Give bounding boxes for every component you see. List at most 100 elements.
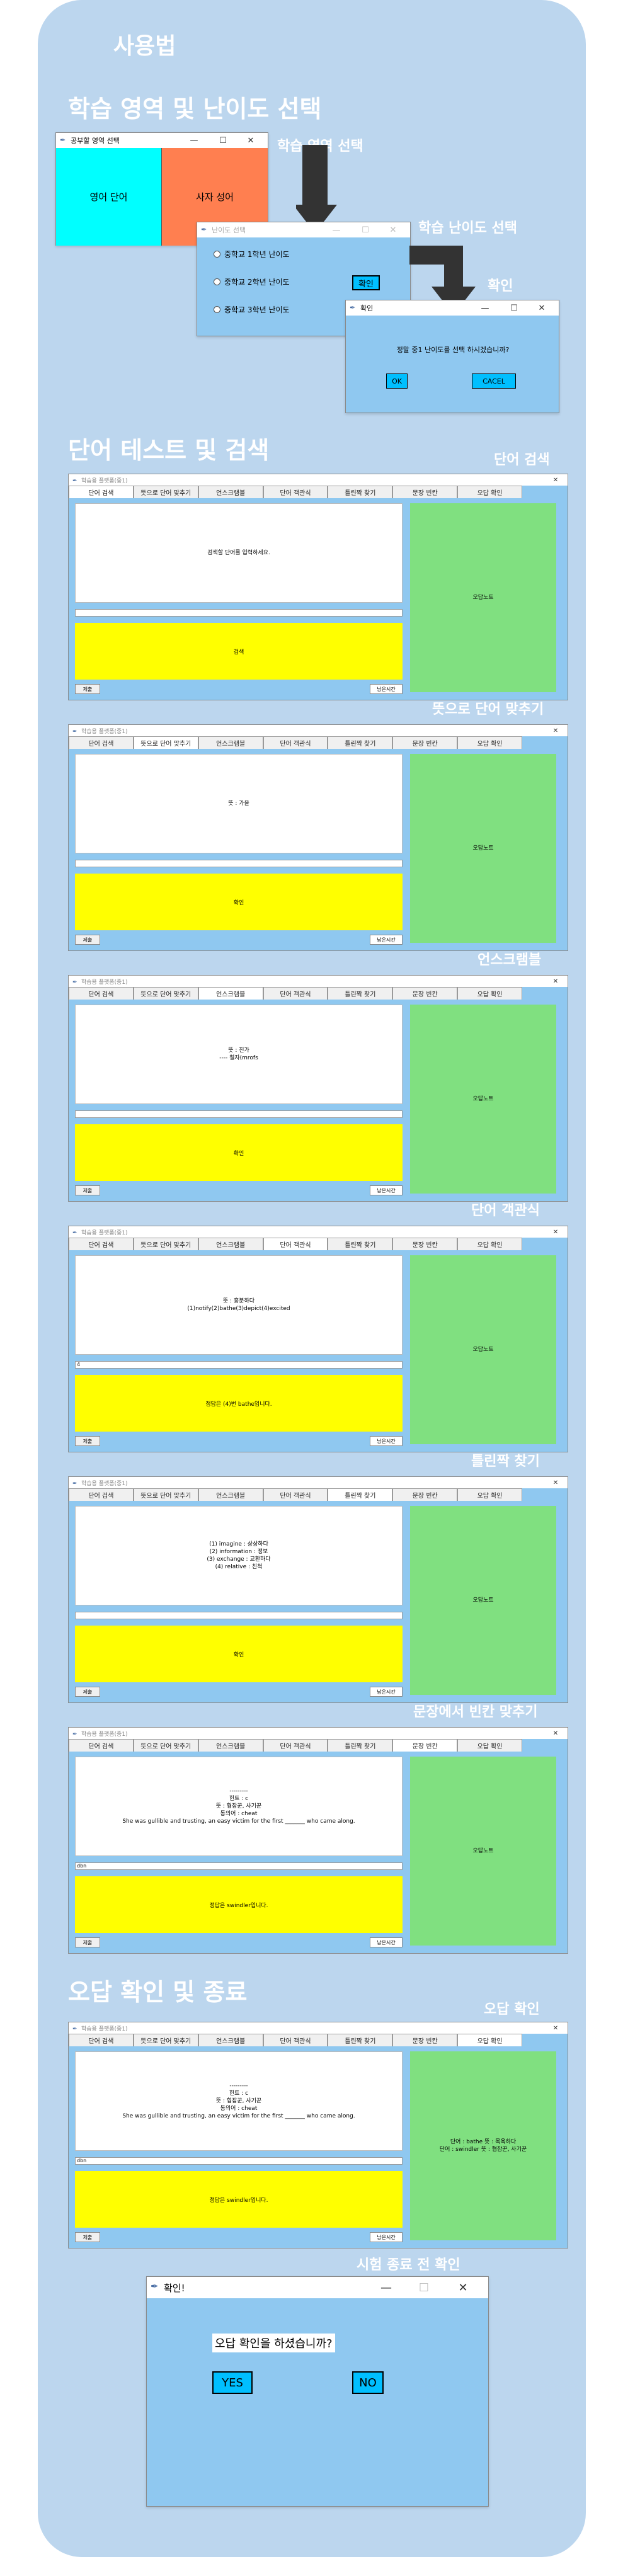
answer-input[interactable]: dbn	[75, 1862, 403, 1870]
close-button[interactable]: ✕	[382, 222, 404, 237]
answer-input[interactable]	[75, 860, 403, 867]
tab-2[interactable]: 언스크램블	[198, 736, 263, 749]
answer-input[interactable]: dbn	[75, 2157, 403, 2165]
tab-2[interactable]: 언스크램블	[198, 1488, 263, 1501]
tab-6[interactable]: 오답 확인	[457, 486, 523, 498]
submit-button[interactable]: 제출	[75, 1436, 100, 1446]
tab-2[interactable]: 언스크램블	[198, 1238, 263, 1250]
tab-5[interactable]: 문장 빈칸	[392, 1238, 458, 1250]
answer-input[interactable]	[75, 609, 403, 617]
tab-0[interactable]: 단어 검색	[69, 486, 134, 498]
level-option[interactable]: 중학교 2학년 난이도	[214, 276, 290, 287]
close-button[interactable]: ✕	[531, 300, 552, 316]
tab-2[interactable]: 언스크램블	[198, 2034, 263, 2046]
close-button[interactable]: ✕	[547, 976, 564, 987]
quiz-app-window: ✒ 학습용 플랫폼(중1) ✕ 단어 검색 뜻으로 단어 맞추기 언스크램블 단어 객…	[68, 724, 568, 951]
tab-6[interactable]: 오답 확인	[457, 2034, 523, 2046]
tab-1[interactable]: 뜻으로 단어 맞추기	[133, 987, 198, 1000]
submit-button[interactable]: 제출	[75, 935, 100, 945]
close-button[interactable]: ✕	[449, 2277, 477, 2298]
tab-0[interactable]: 단어 검색	[69, 987, 134, 1000]
level-option[interactable]: 중학교 1학년 난이도	[214, 249, 290, 259]
tab-1[interactable]: 뜻으로 단어 맞추기	[133, 1488, 198, 1501]
maximize-button[interactable]: ☐	[410, 2277, 438, 2298]
tab-2[interactable]: 언스크램블	[198, 1739, 263, 1752]
tab-4[interactable]: 틀린짝 찾기	[328, 486, 393, 498]
english-word-button[interactable]: 영어 단어	[56, 148, 162, 246]
tab-3[interactable]: 단어 객관식	[263, 1238, 328, 1250]
check-button[interactable]: 정답은 swindler입니다.	[75, 2171, 403, 2228]
check-button[interactable]: 확인	[75, 874, 403, 930]
minimize-button[interactable]: —	[183, 133, 205, 148]
minimize-button[interactable]: —	[372, 2277, 400, 2298]
tab-4[interactable]: 틀린짝 찾기	[328, 736, 393, 749]
close-button[interactable]: ✕	[547, 1226, 564, 1238]
cancel-button[interactable]: CACEL	[472, 373, 516, 389]
tab-6[interactable]: 오답 확인	[457, 1238, 523, 1250]
minimize-button[interactable]: —	[326, 222, 347, 237]
tab-6[interactable]: 오답 확인	[457, 1488, 523, 1501]
maximize-button[interactable]: ☐	[503, 300, 525, 316]
check-button[interactable]: 검색	[75, 623, 403, 680]
minimize-button[interactable]: —	[474, 300, 496, 316]
close-button[interactable]: ✕	[547, 725, 564, 736]
tab-6[interactable]: 오답 확인	[457, 1739, 523, 1752]
close-button[interactable]: ✕	[547, 1477, 564, 1488]
submit-button[interactable]: 제출	[75, 1937, 100, 1947]
tab-4[interactable]: 틀린짝 찾기	[328, 2034, 393, 2046]
tab-0[interactable]: 단어 검색	[69, 1739, 134, 1752]
answer-input[interactable]	[75, 1110, 403, 1118]
close-button[interactable]: ✕	[240, 133, 261, 148]
tab-3[interactable]: 단어 객관식	[263, 1739, 328, 1752]
answer-input[interactable]: 4	[75, 1361, 403, 1369]
maximize-button[interactable]: ☐	[212, 133, 234, 148]
level-option[interactable]: 중학교 3학년 난이도	[214, 304, 290, 315]
close-button[interactable]: ✕	[547, 2022, 564, 2034]
tab-0[interactable]: 단어 검색	[69, 736, 134, 749]
submit-button[interactable]: 제출	[75, 1687, 100, 1697]
tab-3[interactable]: 단어 객관식	[263, 2034, 328, 2046]
tab-1[interactable]: 뜻으로 단어 맞추기	[133, 1238, 198, 1250]
tab-5[interactable]: 문장 빈칸	[392, 486, 458, 498]
tab-5[interactable]: 문장 빈칸	[392, 987, 458, 1000]
tab-5[interactable]: 문장 빈칸	[392, 736, 458, 749]
no-button[interactable]: NO	[352, 2371, 384, 2394]
tab-0[interactable]: 단어 검색	[69, 2034, 134, 2046]
answer-input[interactable]	[75, 1612, 403, 1619]
tab-3[interactable]: 단어 객관식	[263, 486, 328, 498]
tab-4[interactable]: 틀린짝 찾기	[328, 1488, 393, 1501]
submit-button[interactable]: 제출	[75, 2232, 100, 2242]
tab-3[interactable]: 단어 객관식	[263, 1488, 328, 1501]
tab-3[interactable]: 단어 객관식	[263, 987, 328, 1000]
tab-0[interactable]: 단어 검색	[69, 1238, 134, 1250]
tab-4[interactable]: 틀린짝 찾기	[328, 1739, 393, 1752]
maximize-button[interactable]: ☐	[355, 222, 376, 237]
tab-2[interactable]: 언스크램블	[198, 486, 263, 498]
tab-2[interactable]: 언스크램블	[198, 987, 263, 1000]
submit-button[interactable]: 제출	[75, 684, 100, 694]
tab-1[interactable]: 뜻으로 단어 맞추기	[133, 2034, 198, 2046]
yes-button[interactable]: YES	[212, 2371, 253, 2394]
tab-6[interactable]: 오답 확인	[457, 736, 523, 749]
tab-4[interactable]: 틀린짝 찾기	[328, 987, 393, 1000]
check-button[interactable]: 확인	[75, 1124, 403, 1181]
tab-6[interactable]: 오답 확인	[457, 987, 523, 1000]
close-button[interactable]: ✕	[547, 474, 564, 486]
tab-5[interactable]: 문장 빈칸	[392, 2034, 458, 2046]
tab-3[interactable]: 단어 객관식	[263, 736, 328, 749]
tab-1[interactable]: 뜻으로 단어 맞추기	[133, 1739, 198, 1752]
title-bar: ✒ 학습용 플랫폼(중1) ✕	[69, 725, 568, 736]
check-button[interactable]: 정답은 (4)번 bathe입니다.	[75, 1375, 403, 1432]
tab-0[interactable]: 단어 검색	[69, 1488, 134, 1501]
tab-1[interactable]: 뜻으로 단어 맞추기	[133, 736, 198, 749]
check-button[interactable]: 확인	[75, 1626, 403, 1682]
submit-button[interactable]: 제출	[75, 1185, 100, 1195]
tab-4[interactable]: 틀린짝 찾기	[328, 1238, 393, 1250]
tab-1[interactable]: 뜻으로 단어 맞추기	[133, 486, 198, 498]
check-button[interactable]: 정답은 swindler입니다.	[75, 1876, 403, 1933]
close-button[interactable]: ✕	[547, 1728, 564, 1739]
ok-button[interactable]: OK	[386, 373, 408, 389]
level-confirm-button[interactable]: 확인	[352, 275, 380, 290]
tab-5[interactable]: 문장 빈칸	[392, 1488, 458, 1501]
tab-5[interactable]: 문장 빈칸	[392, 1739, 458, 1752]
